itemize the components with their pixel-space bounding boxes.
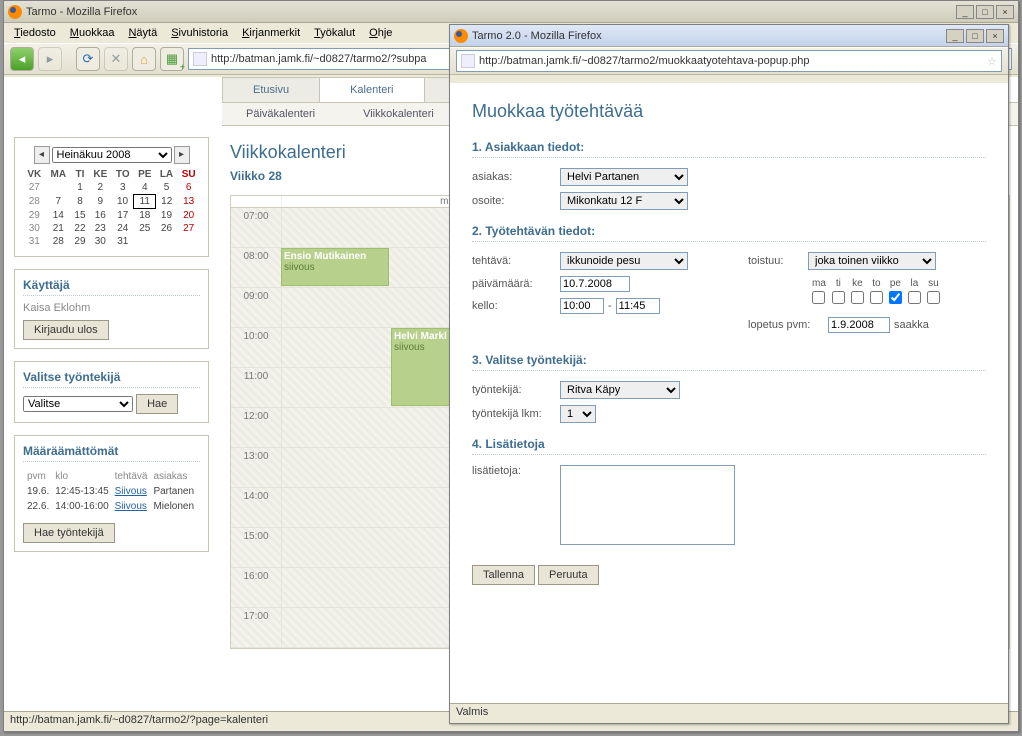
osoite-select[interactable]: Mikonkatu 12 F (560, 192, 688, 210)
popup-toolbar: http://batman.jamk.fi/~d0827/tarmo2/muok… (450, 47, 1008, 75)
tab-etusivu[interactable]: Etusivu (222, 77, 320, 102)
minimize-button[interactable]: _ (956, 5, 974, 19)
popup-status-text: Valmis (456, 706, 488, 718)
popup-url-input[interactable]: http://batman.jamk.fi/~d0827/tarmo2/muok… (456, 50, 1002, 72)
tyontekija-select[interactable]: Ritva Käpy (560, 381, 680, 399)
popup-content: Muokkaa työtehtävää 1. Asiakkaan tiedot:… (450, 83, 1008, 703)
day-check-to[interactable] (870, 291, 883, 304)
popup-status-bar: Valmis (450, 703, 1008, 723)
lisatietoja-textarea[interactable] (560, 465, 735, 545)
popup-heading: Muokkaa työtehtävää (472, 101, 986, 122)
lkm-select[interactable]: 1 (560, 405, 596, 423)
popup-title: Tarmo 2.0 - Mozilla Firefox (472, 30, 602, 42)
mini-calendar[interactable]: VKMATIKETOPELASU271234562878910111213291… (23, 168, 200, 248)
label-paivamaara: päivämäärä: (472, 278, 560, 290)
task-link[interactable]: Siivous (115, 501, 147, 512)
mini-calendar-panel: ◂ Heinäkuu 2008 ▸ VKMATIKETOPELASU271234… (14, 137, 209, 257)
worker-panel-title: Valitse työntekijä (23, 370, 200, 388)
menu-tiedosto[interactable]: Tiedosto (8, 25, 62, 41)
page-icon (461, 54, 475, 68)
home-button[interactable]: ⌂ (132, 47, 156, 71)
forward-button[interactable]: ▸ (38, 47, 62, 71)
cal-next-button[interactable]: ▸ (174, 146, 190, 164)
worker-panel: Valitse työntekijä Valitse Hae (14, 361, 209, 423)
kello-to-input[interactable] (616, 298, 660, 314)
cal-prev-button[interactable]: ◂ (34, 146, 50, 164)
label-tyontekija: työntekijä: (472, 384, 560, 396)
popup-maximize-button[interactable]: □ (966, 29, 984, 43)
menu-näytä[interactable]: Näytä (122, 25, 163, 41)
day-check-pe[interactable] (889, 291, 902, 304)
left-column: ◂ Heinäkuu 2008 ▸ VKMATIKETOPELASU271234… (14, 137, 209, 564)
popup-url-text: http://batman.jamk.fi/~d0827/tarmo2/muok… (479, 55, 810, 67)
paivamaara-input[interactable] (560, 276, 630, 292)
label-toistuu: toistuu: (748, 255, 808, 267)
label-tehtava: tehtävä: (472, 255, 560, 267)
firefox-icon (454, 29, 468, 43)
subtab-viikkokalenteri[interactable]: Viikkokalenteri (339, 103, 458, 125)
close-button[interactable]: × (996, 5, 1014, 19)
label-kello: kello: (472, 300, 560, 312)
day-check-ke[interactable] (851, 291, 864, 304)
kello-from-input[interactable] (560, 298, 604, 314)
page-icon (193, 52, 207, 66)
toistuu-select[interactable]: joka toinen viikko (808, 252, 936, 270)
popup-minimize-button[interactable]: _ (946, 29, 964, 43)
main-titlebar: Tarmo - Mozilla Firefox _ □ × (4, 1, 1018, 23)
popup-close-button[interactable]: × (986, 29, 1004, 43)
main-title: Tarmo - Mozilla Firefox (26, 6, 137, 18)
firefox-icon (8, 5, 22, 19)
popup-window: Tarmo 2.0 - Mozilla Firefox _ □ × http:/… (449, 24, 1009, 724)
subtab-päiväkalenteri[interactable]: Päiväkalenteri (222, 103, 339, 125)
undetermined-title: Määräämättömät (23, 444, 200, 462)
section-extra: 4. Lisätietoja (472, 437, 986, 455)
label-lkm: työntekijä lkm: (472, 408, 560, 420)
worker-search-button[interactable]: Hae (136, 394, 178, 414)
menu-muokkaa[interactable]: Muokkaa (64, 25, 121, 41)
cal-month-select[interactable]: Heinäkuu 2008 (52, 147, 172, 163)
label-saakka: saakka (894, 319, 929, 331)
add-button[interactable]: ▦+ (160, 47, 184, 71)
undetermined-panel: Määräämättömät pvmklotehtäväasiakas19.6.… (14, 435, 209, 552)
find-worker-button[interactable]: Hae työntekijä (23, 523, 115, 543)
task-link[interactable]: Siivous (115, 486, 147, 497)
reload-button[interactable]: ⟳ (76, 47, 100, 71)
url-text: http://batman.jamk.fi/~d0827/tarmo2/?sub… (211, 53, 427, 65)
day-check-la[interactable] (908, 291, 921, 304)
user-name: Kaisa Eklohm (23, 302, 200, 314)
menu-ohje[interactable]: Ohje (363, 25, 398, 41)
recurrence-days: matiketopelasu (808, 276, 944, 309)
lopetus-input[interactable] (828, 317, 890, 333)
undetermined-table: pvmklotehtäväasiakas19.6.12:45-13:45Siiv… (23, 468, 198, 515)
section-worker: 3. Valitse työntekijä: (472, 353, 986, 371)
day-check-ma[interactable] (812, 291, 825, 304)
section-task: 2. Työtehtävän tiedot: (472, 224, 986, 242)
menu-työkalut[interactable]: Työkalut (308, 25, 361, 41)
user-panel-title: Käyttäjä (23, 278, 200, 296)
status-text: http://batman.jamk.fi/~d0827/tarmo2/?pag… (10, 714, 268, 726)
save-button[interactable]: Tallenna (472, 565, 535, 585)
tab-kalenteri[interactable]: Kalenteri (319, 77, 424, 102)
label-lopetus: lopetus pvm: (748, 319, 828, 331)
user-panel: Käyttäjä Kaisa Eklohm Kirjaudu ulos (14, 269, 209, 349)
day-check-su[interactable] (927, 291, 940, 304)
section-customer: 1. Asiakkaan tiedot: (472, 140, 986, 158)
maximize-button[interactable]: □ (976, 5, 994, 19)
cancel-button[interactable]: Peruuta (538, 565, 599, 585)
tehtava-select[interactable]: ikkunoide pesu (560, 252, 688, 270)
menu-kirjanmerkit[interactable]: Kirjanmerkit (236, 25, 306, 41)
logout-button[interactable]: Kirjaudu ulos (23, 320, 109, 340)
back-button[interactable]: ◂ (10, 47, 34, 71)
worker-select[interactable]: Valitse (23, 396, 133, 412)
label-asiakas: asiakas: (472, 171, 560, 183)
label-osoite: osoite: (472, 195, 560, 207)
appointment[interactable]: Ensio Mutikainensiivous (281, 248, 389, 286)
star-icon[interactable]: ☆ (987, 55, 997, 68)
label-lisatietoja: lisätietoja: (472, 465, 560, 477)
asiakas-select[interactable]: Helvi Partanen (560, 168, 688, 186)
day-check-ti[interactable] (832, 291, 845, 304)
menu-sivuhistoria[interactable]: Sivuhistoria (165, 25, 234, 41)
popup-titlebar: Tarmo 2.0 - Mozilla Firefox _ □ × (450, 25, 1008, 47)
stop-button[interactable]: ✕ (104, 47, 128, 71)
